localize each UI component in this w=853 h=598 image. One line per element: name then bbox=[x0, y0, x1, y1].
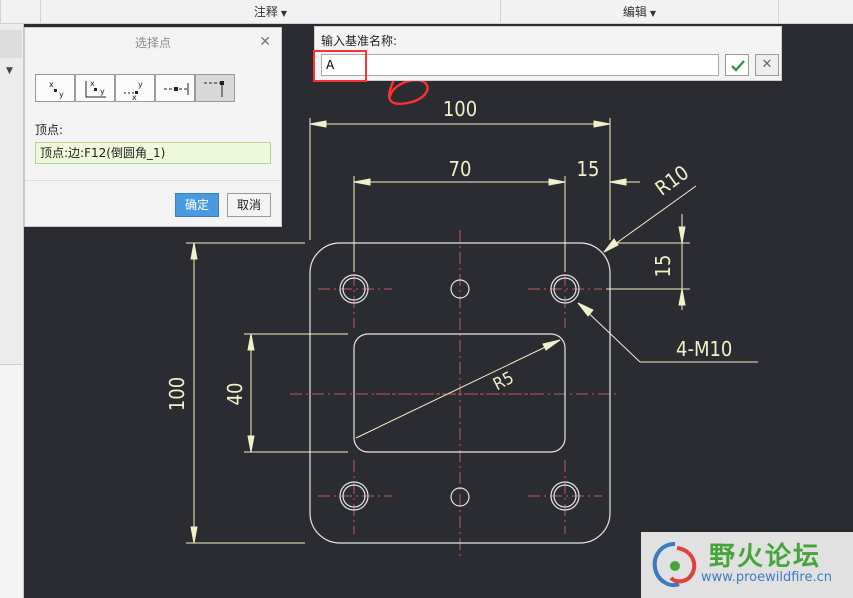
watermark: 野火论坛 www.proewildfire.cn bbox=[641, 532, 853, 598]
centerlines bbox=[290, 230, 620, 560]
svg-text:x: x bbox=[49, 80, 54, 89]
datum-name-label: 输入基准名称: bbox=[321, 34, 398, 48]
left-panel-tab[interactable] bbox=[0, 30, 22, 58]
forum-logo-icon bbox=[652, 542, 697, 587]
point-type-vertex-button[interactable] bbox=[195, 74, 235, 102]
ribbon-bar: 注释 ▼ 编辑 ▼ bbox=[0, 0, 853, 24]
watermark-url: www.proewildfire.cn bbox=[701, 570, 832, 585]
ribbon-section-right bbox=[778, 0, 853, 24]
dim-overall-width: 100 bbox=[443, 97, 477, 121]
chevron-down-icon: ▼ bbox=[649, 9, 657, 18]
dim-hole-offset-x: 15 bbox=[577, 157, 600, 181]
ribbon-edit-menu[interactable]: 编辑 ▼ bbox=[500, 0, 778, 24]
cancel-button[interactable]: 取消 bbox=[227, 193, 271, 217]
left-panel-strip: ▼ bbox=[0, 24, 24, 598]
ribbon-edit-label: 编辑 bbox=[622, 5, 647, 19]
dim-hole-callout: 4-M10 bbox=[676, 337, 732, 361]
vertex-icon bbox=[204, 81, 224, 97]
dialog-title: 选择点 bbox=[134, 36, 171, 50]
datum-name-bar: 输入基准名称: A ✕ bbox=[314, 26, 782, 81]
close-icon[interactable]: ✕ bbox=[259, 34, 271, 50]
dim-hole-spacing: 70 bbox=[449, 157, 472, 181]
svg-text:x: x bbox=[132, 93, 137, 102]
xy-corner-icon: x y bbox=[85, 79, 106, 98]
xy-coord-icon: x y bbox=[49, 80, 64, 99]
dialog-divider bbox=[25, 180, 281, 181]
confirm-button[interactable] bbox=[725, 54, 749, 76]
select-point-dialog: 选择点 ✕ x y x y y x 顶点: 顶点:边:F12(倒圆角_1) 确定… bbox=[24, 27, 282, 227]
cancel-x-button[interactable]: ✕ bbox=[755, 54, 779, 76]
on-edge-icon bbox=[164, 83, 189, 95]
dim-hole-offset-y: 15 bbox=[651, 255, 675, 278]
chevron-down-icon: ▼ bbox=[280, 9, 288, 18]
chevron-down-icon[interactable]: ▼ bbox=[6, 66, 13, 76]
dim-slot-radius: R5 bbox=[490, 368, 517, 395]
checkmark-icon bbox=[731, 60, 745, 72]
svg-text:x: x bbox=[90, 79, 95, 88]
ribbon-section-left bbox=[0, 0, 40, 24]
close-icon: ✕ bbox=[761, 57, 773, 72]
point-type-offset-button[interactable]: y x bbox=[115, 74, 155, 102]
xy-offset-icon: y x bbox=[124, 80, 143, 102]
ribbon-annotate-menu[interactable]: 注释 ▼ bbox=[40, 0, 500, 24]
left-panel-lower bbox=[0, 364, 22, 598]
svg-text:y: y bbox=[100, 87, 105, 96]
datum-name-input[interactable]: A bbox=[321, 54, 719, 76]
point-type-edge-button[interactable] bbox=[155, 74, 195, 102]
svg-text:y: y bbox=[59, 90, 64, 99]
watermark-title: 野火论坛 bbox=[709, 542, 822, 572]
vertex-field[interactable]: 顶点:边:F12(倒圆角_1) bbox=[35, 142, 271, 164]
vertex-label: 顶点: bbox=[35, 123, 64, 137]
point-type-corner-button[interactable]: x y bbox=[75, 74, 115, 102]
svg-text:y: y bbox=[138, 80, 143, 89]
part-outline[interactable] bbox=[309, 242, 611, 544]
dim-overall-height: 100 bbox=[165, 377, 189, 411]
ribbon-annotate-label: 注释 bbox=[253, 5, 278, 19]
point-type-xy-button[interactable]: x y bbox=[35, 74, 75, 102]
ok-button[interactable]: 确定 bbox=[175, 193, 219, 217]
dim-slot-height: 40 bbox=[223, 383, 247, 406]
dim-corner-radius: R10 bbox=[651, 160, 694, 200]
